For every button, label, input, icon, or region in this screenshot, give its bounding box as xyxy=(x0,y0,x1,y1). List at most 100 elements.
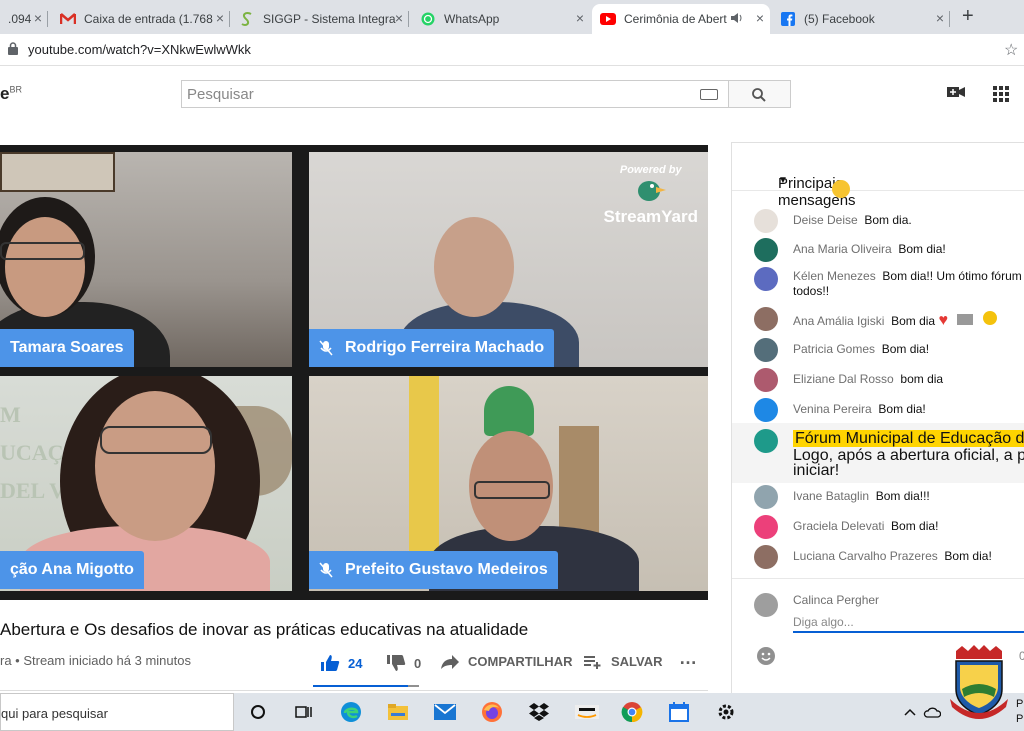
avatar[interactable] xyxy=(754,429,778,453)
participant-face xyxy=(95,391,215,541)
computer-emoji xyxy=(957,314,974,325)
live-chat: Principais mensagens ▼ Deise Deise Bom d… xyxy=(731,142,1024,702)
more-actions-button[interactable]: … xyxy=(679,648,697,669)
avatar[interactable] xyxy=(754,398,778,422)
youtube-icon xyxy=(600,11,616,27)
lock-icon[interactable] xyxy=(8,42,18,55)
dislike-button[interactable]: 0 xyxy=(386,654,421,672)
amazon-icon[interactable] xyxy=(575,701,599,723)
url-field[interactable]: youtube.com/watch?v=XNkwEwlwWkk xyxy=(28,42,251,57)
create-video-icon[interactable] xyxy=(946,84,966,105)
streamyard-logo: Powered by StreamYard xyxy=(603,164,699,226)
avatar[interactable] xyxy=(754,238,778,262)
file-explorer-icon[interactable] xyxy=(387,701,409,723)
pinned-message: Fórum Municipal de Educação de Manoel Lo… xyxy=(732,423,1024,483)
playlist-add-icon xyxy=(584,655,601,669)
emoji-picker-icon[interactable] xyxy=(756,646,776,666)
new-tab-button[interactable]: + xyxy=(962,5,974,28)
taskbar-search[interactable]: qui para pesquisar xyxy=(0,693,234,731)
youtube-logo[interactable]: eBR xyxy=(0,84,22,104)
close-icon[interactable]: × xyxy=(395,10,403,26)
tab-title: Caixa de entrada (1.768 xyxy=(84,12,213,26)
tab-title: Cerimônia de Abert xyxy=(624,12,727,26)
avatar[interactable] xyxy=(754,515,778,539)
search-input[interactable] xyxy=(182,81,682,107)
whatsapp-icon xyxy=(420,11,436,27)
save-button[interactable]: SALVAR xyxy=(584,654,663,669)
mic-off-icon xyxy=(319,562,333,578)
avatar[interactable] xyxy=(754,307,778,331)
apps-grid-icon[interactable] xyxy=(993,86,1009,107)
current-user-name: Calinca Pergher xyxy=(793,593,880,607)
avatar[interactable] xyxy=(754,368,778,392)
wall-frame xyxy=(0,152,115,192)
divider xyxy=(0,690,708,691)
mic-off-icon xyxy=(319,340,333,356)
cortana-icon[interactable] xyxy=(247,701,269,723)
avatar[interactable] xyxy=(754,485,778,509)
chat-header: Principais mensagens ▼ xyxy=(732,143,1024,209)
close-icon[interactable]: × xyxy=(756,10,764,26)
tab-separator xyxy=(408,11,409,27)
tab-1[interactable]: .094 × xyxy=(0,4,48,34)
tab-title: .094 xyxy=(8,12,32,26)
avatar[interactable] xyxy=(754,338,778,362)
mail-icon[interactable] xyxy=(434,701,456,723)
cloud-icon[interactable] xyxy=(921,701,943,723)
heart-emoji: ♥ xyxy=(938,312,948,329)
char-counter: 0 xyxy=(1019,649,1024,663)
tab-facebook[interactable]: (5) Facebook × xyxy=(772,4,950,34)
participant-face xyxy=(5,217,85,317)
avatar[interactable] xyxy=(754,267,778,291)
settings-gear-icon[interactable] xyxy=(715,701,737,723)
glasses xyxy=(100,426,212,454)
tab-strip: .094 × Caixa de entrada (1.768 × SIGGP -… xyxy=(0,0,1024,34)
tab-youtube[interactable]: Cerimônia de Abert × xyxy=(592,4,770,34)
tab-whatsapp[interactable]: WhatsApp × xyxy=(412,4,590,34)
tab-separator xyxy=(949,11,950,27)
speaker-icon[interactable] xyxy=(730,12,744,27)
avatar[interactable] xyxy=(754,545,778,569)
tab-siggp[interactable]: SIGGP - Sistema Integra × xyxy=(231,4,409,34)
glasses xyxy=(0,242,85,260)
tray-chevron-icon[interactable] xyxy=(899,701,921,723)
search-button[interactable] xyxy=(729,80,791,108)
name-tag: Tamara Soares xyxy=(0,329,134,367)
close-icon[interactable]: × xyxy=(936,10,944,26)
dropbox-icon[interactable] xyxy=(528,701,550,723)
like-button[interactable]: 24 xyxy=(320,654,362,672)
participant-tile: M UCAÇ DEL V ção Ana Migotto xyxy=(0,376,292,591)
tab-gmail[interactable]: Caixa de entrada (1.768 × xyxy=(52,4,230,34)
thumbs-up-icon xyxy=(321,655,340,671)
duck-icon xyxy=(637,181,666,201)
tab-title: SIGGP - Sistema Integra xyxy=(263,12,396,26)
siggp-icon xyxy=(239,11,255,27)
task-view-icon[interactable] xyxy=(293,701,315,723)
bookmark-star-icon[interactable]: ☆ xyxy=(1004,40,1018,60)
calendar-icon[interactable] xyxy=(668,701,690,723)
dropdown-arrow-icon: ▼ xyxy=(778,175,788,186)
name-tag: ção Ana Migotto xyxy=(0,551,144,589)
video-player[interactable]: Tamara Soares Powered by StreamYard Rodr… xyxy=(0,145,708,600)
close-icon[interactable]: × xyxy=(216,10,224,26)
avatar[interactable] xyxy=(754,209,778,233)
participant-face xyxy=(434,217,514,317)
chrome-icon[interactable] xyxy=(621,701,643,723)
video-meta: ra • Stream iniciado há 3 minutos xyxy=(0,653,191,668)
tab-separator xyxy=(229,11,230,27)
municipal-crest-logo xyxy=(948,645,1010,723)
edge-icon[interactable] xyxy=(340,701,362,723)
firefox-icon[interactable] xyxy=(481,701,503,723)
close-icon[interactable]: × xyxy=(576,10,584,26)
tray-text: P xyxy=(1016,698,1024,710)
name-tag: Prefeito Gustavo Medeiros xyxy=(309,551,558,589)
user-avatar[interactable] xyxy=(754,593,778,617)
like-ratio-bar xyxy=(313,685,419,687)
flag-decoration xyxy=(484,386,534,436)
chat-input[interactable] xyxy=(793,613,1024,633)
share-button[interactable]: COMPARTILHAR xyxy=(441,654,572,669)
tab-separator xyxy=(47,11,48,27)
close-icon[interactable]: × xyxy=(34,10,42,26)
tray-text: P xyxy=(1016,713,1024,725)
keyboard-icon[interactable] xyxy=(700,89,718,100)
